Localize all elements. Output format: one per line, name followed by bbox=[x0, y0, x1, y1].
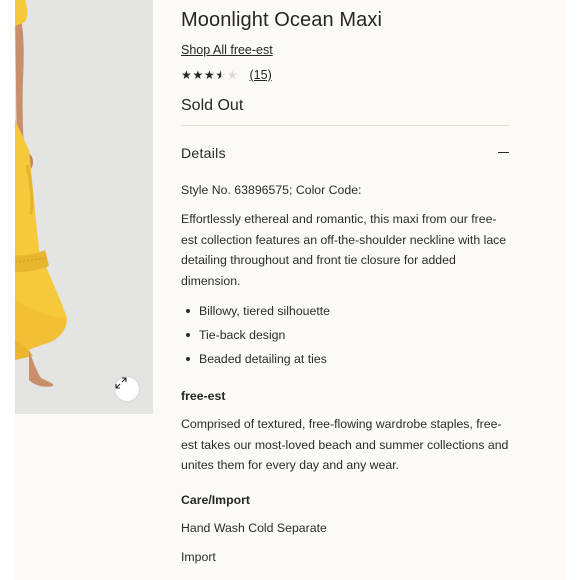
feature-list: Billowy, tiered silhouette Tie-back desi… bbox=[181, 301, 330, 373]
list-item: Tie-back design bbox=[181, 325, 330, 349]
product-image[interactable] bbox=[15, 0, 153, 414]
availability-status: Sold Out bbox=[181, 97, 244, 114]
half-star-icon: ★ ★ bbox=[215, 68, 227, 82]
list-item: Billowy, tiered silhouette bbox=[181, 301, 330, 325]
style-number: Style No. 63896575; Color Code: bbox=[181, 183, 362, 197]
list-item: Beaded detailing at ties bbox=[181, 349, 330, 373]
review-count-link[interactable]: (15) bbox=[250, 68, 272, 82]
rating[interactable]: ★ ★ ★ ★ ★ ★ (15) bbox=[181, 68, 272, 82]
zoom-button[interactable] bbox=[115, 377, 139, 401]
import-info: Import bbox=[181, 550, 216, 564]
details-accordion-toggle[interactable]: Details bbox=[181, 141, 511, 165]
product-description: Effortlessly ethereal and romantic, this… bbox=[181, 212, 507, 288]
brand-heading: free-est bbox=[181, 389, 226, 403]
care-heading: Care/Import bbox=[181, 493, 251, 507]
divider bbox=[181, 125, 509, 126]
minus-icon bbox=[498, 152, 509, 154]
brand-description: Comprised of textured, free-flowing ward… bbox=[181, 417, 509, 472]
rating-stars: ★ ★ ★ ★ ★ ★ bbox=[181, 68, 239, 82]
shop-all-link[interactable]: Shop All free-est bbox=[181, 43, 273, 57]
empty-star-icon: ★ bbox=[227, 68, 238, 82]
star-icon: ★ bbox=[204, 68, 215, 82]
expand-arrows-icon bbox=[115, 377, 127, 389]
star-icon: ★ bbox=[181, 68, 192, 82]
details-heading: Details bbox=[181, 145, 226, 161]
product-title: Moonlight Ocean Maxi bbox=[181, 9, 382, 31]
dress-photo bbox=[15, 0, 67, 387]
star-icon: ★ bbox=[192, 68, 204, 82]
care-instruction: Hand Wash Cold Separate bbox=[181, 521, 327, 535]
product-page: Moonlight Ocean Maxi Shop All free-est ★… bbox=[15, 0, 565, 580]
